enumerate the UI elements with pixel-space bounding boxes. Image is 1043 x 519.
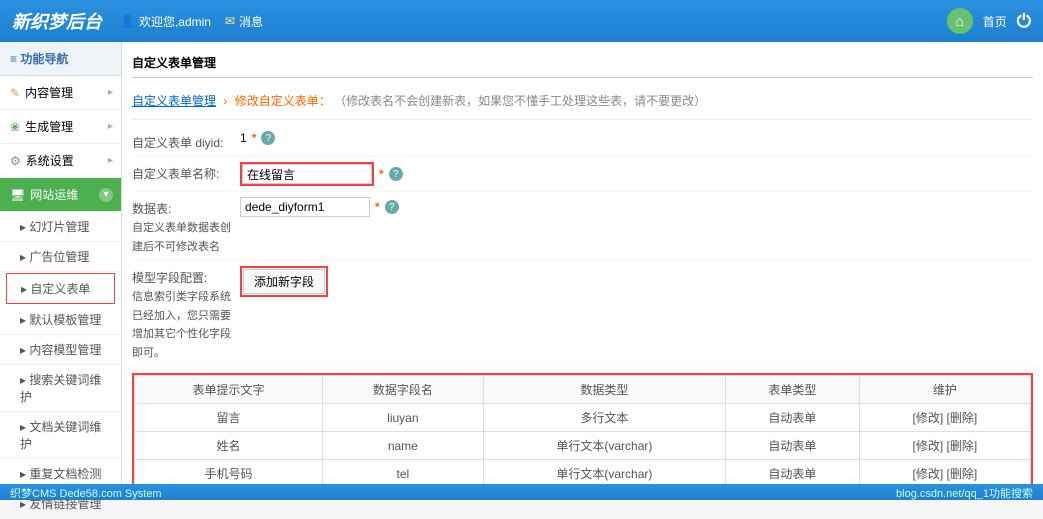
top-header: 新织梦后台 👤 欢迎您,admin ✉ 消息 ⌂ 首页 ⏻ — [0, 0, 1043, 42]
th-form: 表单类型 — [726, 376, 860, 404]
crumb-note: （修改表名不会创建新表，如果您不懂手工处理这些表，请不要更改） — [334, 94, 706, 108]
tree-icon: ❀ — [10, 120, 20, 134]
help-icon[interactable]: ? — [261, 131, 275, 145]
home-icon[interactable]: ⌂ — [947, 8, 973, 34]
row-actions[interactable]: [修改] [删除] — [859, 432, 1030, 460]
footer-left: 织梦CMS Dede58.com System — [10, 485, 162, 499]
crumb-link[interactable]: 自定义表单管理 — [132, 94, 216, 108]
name-label: 自定义表单名称: — [132, 162, 240, 182]
sub-slide[interactable]: ▸ 幻灯片管理 — [0, 212, 121, 242]
gear-icon: ⚙ — [10, 154, 21, 168]
table-row: 留言liuyan多行文本自动表单[修改] [删除] — [135, 404, 1031, 432]
msg-link[interactable]: 消息 — [239, 13, 263, 30]
row-actions[interactable]: [修改] [删除] — [859, 460, 1030, 485]
table-row: 手机号码tel单行文本(varchar)自动表单[修改] [删除] — [135, 460, 1031, 485]
diyid-value: 1 — [240, 131, 247, 145]
sub-diyform[interactable]: ▸ 自定义表单 — [6, 273, 115, 304]
footer-right: blog.csdn.net/qq_1功能搜索 — [896, 485, 1033, 499]
help-icon[interactable]: ? — [385, 200, 399, 214]
sub-model[interactable]: ▸ 内容模型管理 — [0, 335, 121, 365]
crumb-current: 修改自定义表单： — [235, 94, 331, 108]
model-label: 模型字段配置:信息索引类字段系统已经加入，您只需要增加其它个性化字段即可。 — [132, 266, 240, 361]
nav-generate[interactable]: ❀生成管理▸ — [0, 110, 121, 144]
row-actions[interactable]: [修改] [删除] — [859, 404, 1030, 432]
table-header-row: 表单提示文字 数据字段名 数据类型 表单类型 维护 — [135, 376, 1031, 404]
power-icon[interactable]: ⏻ — [1017, 11, 1031, 32]
chevron-right-icon: ▸ — [108, 87, 113, 98]
logo: 新织梦后台 — [12, 8, 102, 34]
sub-search[interactable]: ▸ 搜索关键词维护 — [0, 365, 121, 412]
sidebar: ≡ 功能导航 ✎内容管理▸ ❀生成管理▸ ⚙系统设置▸ 🖥网站运维▾ ▸ 幻灯片… — [0, 42, 122, 484]
nav-site[interactable]: 🖥网站运维▾ — [0, 178, 121, 212]
th-type: 数据类型 — [483, 376, 725, 404]
nav-header: ≡ 功能导航 — [0, 42, 121, 76]
home-link[interactable]: 首页 — [983, 13, 1007, 30]
main-panel: 自定义表单管理 自定义表单管理 › 修改自定义表单： （修改表名不会创建新表，如… — [122, 42, 1043, 484]
chevron-down-icon: ▾ — [99, 188, 113, 202]
sub-tpl[interactable]: ▸ 默认模板管理 — [0, 305, 121, 335]
breadcrumb: 自定义表单管理 › 修改自定义表单： （修改表名不会创建新表，如果您不懂手工处理… — [132, 86, 1033, 120]
chevron-right-icon: ▸ — [108, 121, 113, 132]
sub-ad[interactable]: ▸ 广告位管理 — [0, 242, 121, 272]
help-icon[interactable]: ? — [389, 167, 403, 181]
nav-system[interactable]: ⚙系统设置▸ — [0, 144, 121, 178]
th-field: 数据字段名 — [322, 376, 483, 404]
pencil-icon: ✎ — [10, 86, 20, 100]
monitor-icon: 🖥 — [10, 188, 25, 202]
table-row: 姓名name单行文本(varchar)自动表单[修改] [删除] — [135, 432, 1031, 460]
table-input[interactable] — [240, 197, 370, 217]
sub-keyword[interactable]: ▸ 文档关键词维护 — [0, 412, 121, 459]
diyid-label: 自定义表单 diyid: — [132, 131, 240, 151]
footer: 织梦CMS Dede58.com System blog.csdn.net/qq… — [0, 484, 1043, 500]
welcome-text: 欢迎您,admin — [139, 13, 211, 30]
name-input[interactable] — [242, 164, 372, 184]
table-label: 数据表:自定义表单数据表创建后不可修改表名 — [132, 197, 240, 255]
th-prompt: 表单提示文字 — [135, 376, 323, 404]
chevron-right-icon: ▸ — [108, 155, 113, 166]
add-field-button[interactable]: 添加新字段 — [243, 269, 325, 294]
page-title: 自定义表单管理 — [132, 48, 1033, 78]
fields-table: 表单提示文字 数据字段名 数据类型 表单类型 维护 留言liuyan多行文本自动… — [132, 373, 1033, 484]
user-icon: 👤 — [120, 14, 135, 28]
nav-content[interactable]: ✎内容管理▸ — [0, 76, 121, 110]
mail-icon: ✉ — [225, 14, 235, 28]
th-action: 维护 — [859, 376, 1030, 404]
